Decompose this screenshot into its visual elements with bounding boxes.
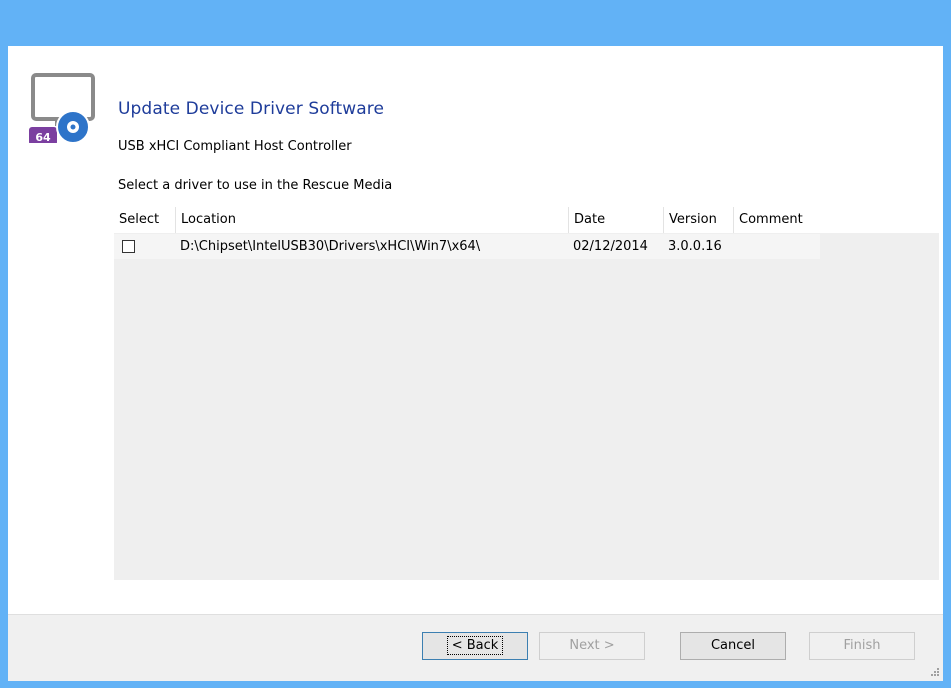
row-select-checkbox[interactable] — [122, 240, 135, 253]
resize-grip-icon[interactable] — [929, 666, 939, 676]
column-header-date[interactable]: Date — [569, 207, 664, 233]
cancel-button[interactable]: Cancel — [680, 632, 786, 660]
column-header-select[interactable]: Select — [114, 207, 176, 233]
row-comment — [738, 234, 818, 259]
back-button[interactable]: < Back — [422, 632, 528, 660]
column-header-comment[interactable]: Comment — [734, 207, 939, 233]
finish-button[interactable]: Finish — [809, 632, 915, 660]
wizard-dialog: 64 Update Device Driver Software USB xHC… — [8, 46, 943, 681]
driver-table: Select Location Date Version Comment D:\… — [114, 207, 939, 580]
monitor-disc-logo-icon: 64 — [29, 73, 95, 143]
device-name: USB xHCI Compliant Host Controller — [118, 139, 352, 154]
back-button-label: < Back — [446, 636, 504, 655]
window-title-bar — [0, 0, 951, 46]
badge-64: 64 — [35, 131, 51, 143]
column-header-version[interactable]: Version — [664, 207, 734, 233]
row-version: 3.0.0.16 — [668, 239, 722, 254]
row-location: D:\Chipset\IntelUSB30\Drivers\xHCI\Win7\… — [180, 239, 481, 254]
row-date: 02/12/2014 — [573, 239, 648, 254]
driver-select-label: Select a driver to use in the Rescue Med… — [118, 178, 393, 193]
next-button[interactable]: Next > — [539, 632, 645, 660]
page-title: Update Device Driver Software — [118, 99, 385, 119]
column-header-location[interactable]: Location — [176, 207, 569, 233]
